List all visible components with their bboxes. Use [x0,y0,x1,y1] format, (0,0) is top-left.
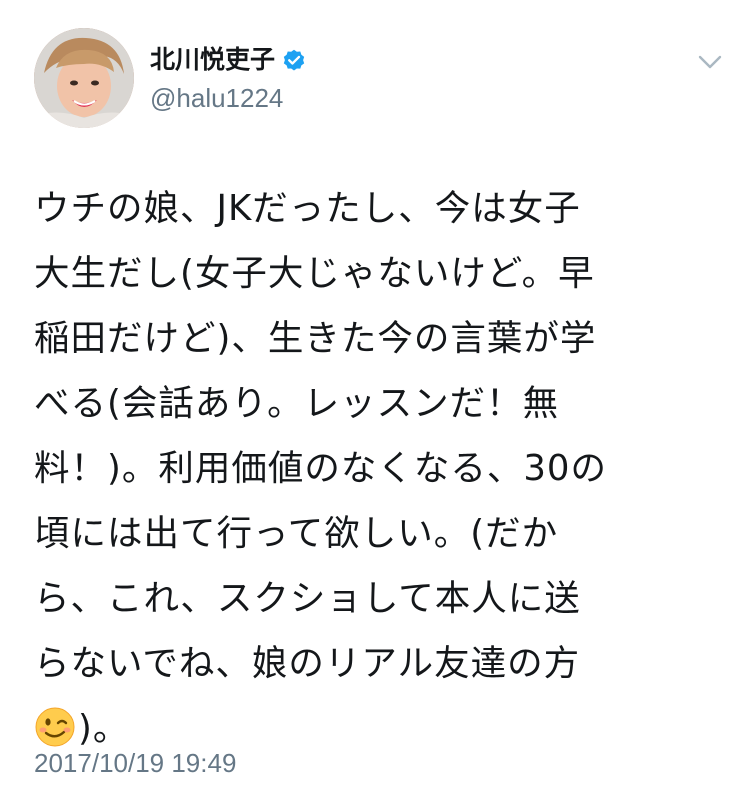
tweet-menu-button[interactable] [694,50,726,74]
tweet-text-line: べる(会話あり。レッスンだ！無 [34,383,560,424]
tweet-text-line: ら、これ、スクショして本人に送 [34,578,581,619]
tweet-text-last-line-text: )。 [78,708,130,749]
author-avatar[interactable] [34,28,134,128]
author-display-name[interactable]: 北川悦吏子 [150,40,275,80]
tweet-text-line: 料！)。利用価値のなくなる、30の [34,448,608,489]
tweet-text-line: 頃には出て行って欲しい。(だか [34,513,559,554]
avatar-photo-icon [34,28,134,128]
author-name-row: 北川悦吏子 [150,40,307,80]
tweet-body: ウチの娘、JKだったし、今は女子 大生だし(女子大じゃないけど。早 稲田だけど)… [34,176,734,761]
tweet-text-line: ウチの娘、JKだったし、今は女子 [34,188,581,229]
chevron-down-icon [698,55,722,69]
winking-face-emoji-icon [34,704,76,747]
tweet-text-line: らないでね、娘のリアル友達の方 [34,643,581,684]
tweet-text-line: 大生だし(女子大じゃないけど。早 [34,253,595,294]
verified-badge-icon [281,47,307,73]
tweet-card: 北川悦吏子 @halu1224 ウチの娘、JKだったし、今は女子 大生だし(女子… [0,0,750,793]
tweet-text-line: 稲田だけど)、生きた今の言葉が学 [34,318,597,359]
author-handle[interactable]: @halu1224 [150,80,283,116]
tweet-timestamp[interactable]: 2017/10/19 19:49 [34,745,236,781]
